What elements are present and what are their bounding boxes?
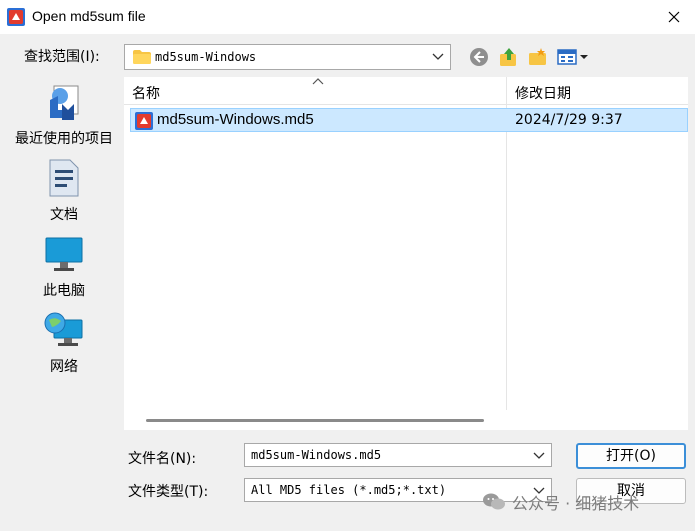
watermark: 公众号 · 细猪技术 xyxy=(482,490,639,514)
horizontal-scrollbar[interactable] xyxy=(124,410,688,430)
window-title: Open md5sum file xyxy=(32,8,146,24)
scrollbar-thumb[interactable] xyxy=(146,419,484,422)
place-label: 文档 xyxy=(50,207,78,223)
place-label: 此电脑 xyxy=(43,283,85,299)
chevron-down-icon xyxy=(432,53,444,60)
documents-icon xyxy=(49,159,79,197)
app-icon xyxy=(7,8,25,26)
open-file-dialog: Open md5sum file 查找范围(I): md5sum-Windows xyxy=(0,0,695,531)
network-icon xyxy=(44,312,83,346)
file-row[interactable]: md5sum-Windows.md5 2024/7/29 9:37 xyxy=(130,108,688,132)
place-recent[interactable]: 最近使用的项目 xyxy=(8,82,120,148)
new-folder-button[interactable] xyxy=(527,46,549,68)
file-list[interactable]: 名称 修改日期 md5sum-Windows.md5 2024/7/29 9:3… xyxy=(124,77,688,410)
sort-ascending-icon xyxy=(312,78,324,85)
this-pc-icon xyxy=(45,237,83,271)
watermark-text: 公众号 · 细猪技术 xyxy=(512,494,640,513)
recent-places-icon xyxy=(50,85,79,120)
file-name: md5sum-Windows.md5 xyxy=(157,111,314,128)
view-menu-icon xyxy=(557,49,588,65)
filetype-value: All MD5 files (*.md5;*.txt) xyxy=(251,483,447,497)
back-button[interactable] xyxy=(468,46,490,68)
look-in-label: 查找范围(I): xyxy=(24,49,100,65)
md5-file-icon xyxy=(135,112,153,130)
place-network[interactable]: 网络 xyxy=(8,312,120,376)
place-label: 网络 xyxy=(50,359,78,375)
places-bar: 最近使用的项目 文档 此电脑 网络 xyxy=(8,76,120,516)
wechat-icon xyxy=(483,493,505,510)
place-documents[interactable]: 文档 xyxy=(8,158,120,224)
filename-combobox[interactable]: md5sum-Windows.md5 xyxy=(244,443,552,467)
filetype-label: 文件类型(T): xyxy=(128,484,209,500)
column-header-name[interactable]: 名称 xyxy=(132,83,160,103)
close-button[interactable] xyxy=(652,0,695,34)
look-in-value: md5sum-Windows xyxy=(155,50,257,64)
chevron-down-icon xyxy=(533,452,545,459)
back-arrow-icon xyxy=(470,48,488,66)
close-icon xyxy=(668,11,679,23)
new-folder-icon xyxy=(529,48,546,65)
up-folder-icon xyxy=(500,48,516,66)
place-this-pc[interactable]: 此电脑 xyxy=(8,236,120,300)
look-in-combobox[interactable]: md5sum-Windows xyxy=(124,44,451,70)
folder-icon xyxy=(133,50,151,64)
open-button[interactable]: 打开(O) xyxy=(576,443,686,469)
place-label: 最近使用的项目 xyxy=(15,131,113,147)
up-folder-button[interactable] xyxy=(498,46,520,68)
filename-value: md5sum-Windows.md5 xyxy=(251,448,382,462)
view-menu-button[interactable] xyxy=(556,46,590,68)
file-modified-date: 2024/7/29 9:37 xyxy=(515,112,623,128)
column-header-date[interactable]: 修改日期 xyxy=(515,83,571,103)
filename-label: 文件名(N): xyxy=(128,451,197,467)
column-header-row: 名称 修改日期 xyxy=(124,77,688,410)
title-bar: Open md5sum file xyxy=(0,0,695,34)
